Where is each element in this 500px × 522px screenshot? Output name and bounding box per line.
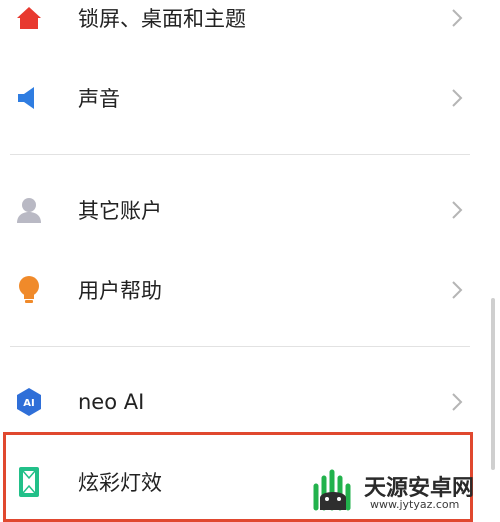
settings-page: 锁屏、桌面和主题 声音 其它账户 用户帮助 AI neo AI 炫彩灯效 天源安… — [0, 0, 500, 522]
settings-item-label: 炫彩灯效 — [78, 471, 162, 495]
speaker-icon — [14, 83, 44, 113]
home-icon — [14, 3, 44, 33]
light-effect-icon — [14, 467, 44, 497]
scrollbar[interactable] — [491, 298, 495, 470]
section-divider — [10, 154, 470, 155]
settings-item-user-help[interactable]: 用户帮助 — [0, 260, 490, 320]
chevron-right-icon — [448, 86, 466, 110]
chevron-right-icon — [448, 198, 466, 222]
settings-item-label: 其它账户 — [78, 199, 162, 223]
section-divider — [10, 346, 470, 347]
lightbulb-icon — [14, 275, 44, 305]
settings-item-label: 用户帮助 — [78, 279, 162, 303]
settings-item-label: 锁屏、桌面和主题 — [78, 7, 246, 31]
settings-item-neo-ai[interactable]: AI neo AI — [0, 372, 490, 432]
chevron-right-icon — [448, 390, 466, 414]
settings-item-sound[interactable]: 声音 — [0, 68, 490, 128]
chevron-right-icon — [448, 278, 466, 302]
settings-item-other-accounts[interactable]: 其它账户 — [0, 180, 490, 240]
account-icon — [14, 195, 44, 225]
chevron-right-icon — [448, 6, 466, 30]
watermark-url: www.jytyaz.com — [370, 498, 460, 511]
watermark: 天源安卓网 www.jytyaz.com — [306, 466, 496, 516]
ai-icon-text: AI — [23, 398, 34, 409]
settings-item-label: 声音 — [78, 87, 120, 111]
settings-item-label: neo AI — [78, 390, 145, 414]
android-logo-icon — [306, 468, 360, 520]
ai-hexagon-icon: AI — [14, 387, 44, 417]
settings-item-lockscreen-theme[interactable]: 锁屏、桌面和主题 — [0, 0, 490, 48]
